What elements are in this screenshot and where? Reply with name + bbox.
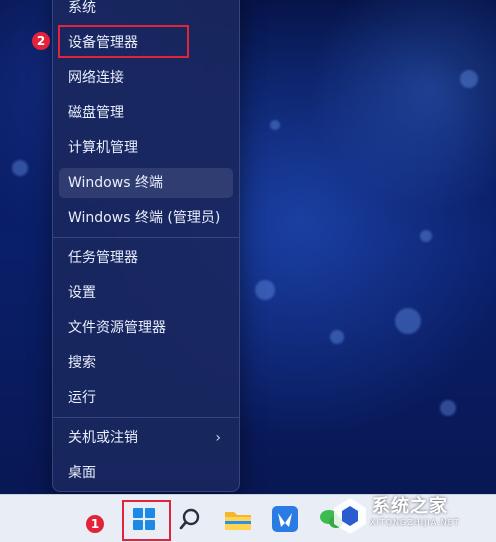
menu-separator: [53, 417, 239, 418]
taskbar-search-button[interactable]: [174, 501, 210, 537]
menu-item-disk-management[interactable]: 磁盘管理: [59, 98, 233, 128]
site-watermark: 系统之家 XITONGZHIJIA.NET: [330, 490, 496, 541]
menu-item-shutdown-signout[interactable]: 关机或注销 ›: [59, 423, 233, 453]
taskbar-file-explorer[interactable]: [220, 501, 256, 537]
highlight-device-manager: [58, 25, 189, 58]
step-2-badge: 2: [32, 32, 50, 50]
pinned-app-icon: [272, 506, 298, 532]
menu-item-system[interactable]: 系统: [59, 0, 233, 23]
menu-item-desktop[interactable]: 桌面: [59, 458, 233, 488]
menu-item-search[interactable]: 搜索: [59, 348, 233, 378]
menu-item-file-explorer[interactable]: 文件资源管理器: [59, 313, 233, 343]
bokeh-light: [270, 120, 280, 130]
watermark-url: XITONGZHIJIA.NET: [370, 518, 460, 527]
bokeh-light: [330, 330, 344, 344]
menu-item-settings[interactable]: 设置: [59, 278, 233, 308]
bokeh-light: [440, 400, 456, 416]
menu-item-network-connections[interactable]: 网络连接: [59, 63, 233, 93]
bokeh-light: [420, 230, 432, 242]
watermark-title: 系统之家: [372, 496, 448, 517]
taskbar-pinned-app[interactable]: [267, 501, 303, 537]
winx-context-menu: 系统 设备管理器 网络连接 磁盘管理 计算机管理 Windows 终端 Wind…: [52, 0, 240, 492]
bokeh-light: [12, 160, 28, 176]
menu-item-windows-terminal-admin[interactable]: Windows 终端 (管理员): [59, 203, 233, 233]
bokeh-light: [460, 70, 478, 88]
watermark-logo-icon: [334, 498, 366, 534]
chevron-right-icon: ›: [215, 430, 221, 446]
menu-item-computer-management[interactable]: 计算机管理: [59, 133, 233, 163]
bokeh-light: [395, 308, 421, 334]
bokeh-light: [255, 280, 275, 300]
menu-item-run[interactable]: 运行: [59, 383, 233, 413]
menu-item-label: 关机或注销: [68, 430, 138, 446]
highlight-start-button: [122, 500, 171, 541]
search-icon: [179, 508, 200, 530]
menu-separator: [53, 237, 239, 238]
file-explorer-icon: [225, 512, 251, 530]
step-1-badge: 1: [86, 515, 104, 533]
menu-item-task-manager[interactable]: 任务管理器: [59, 243, 233, 273]
menu-item-windows-terminal[interactable]: Windows 终端: [59, 168, 233, 198]
